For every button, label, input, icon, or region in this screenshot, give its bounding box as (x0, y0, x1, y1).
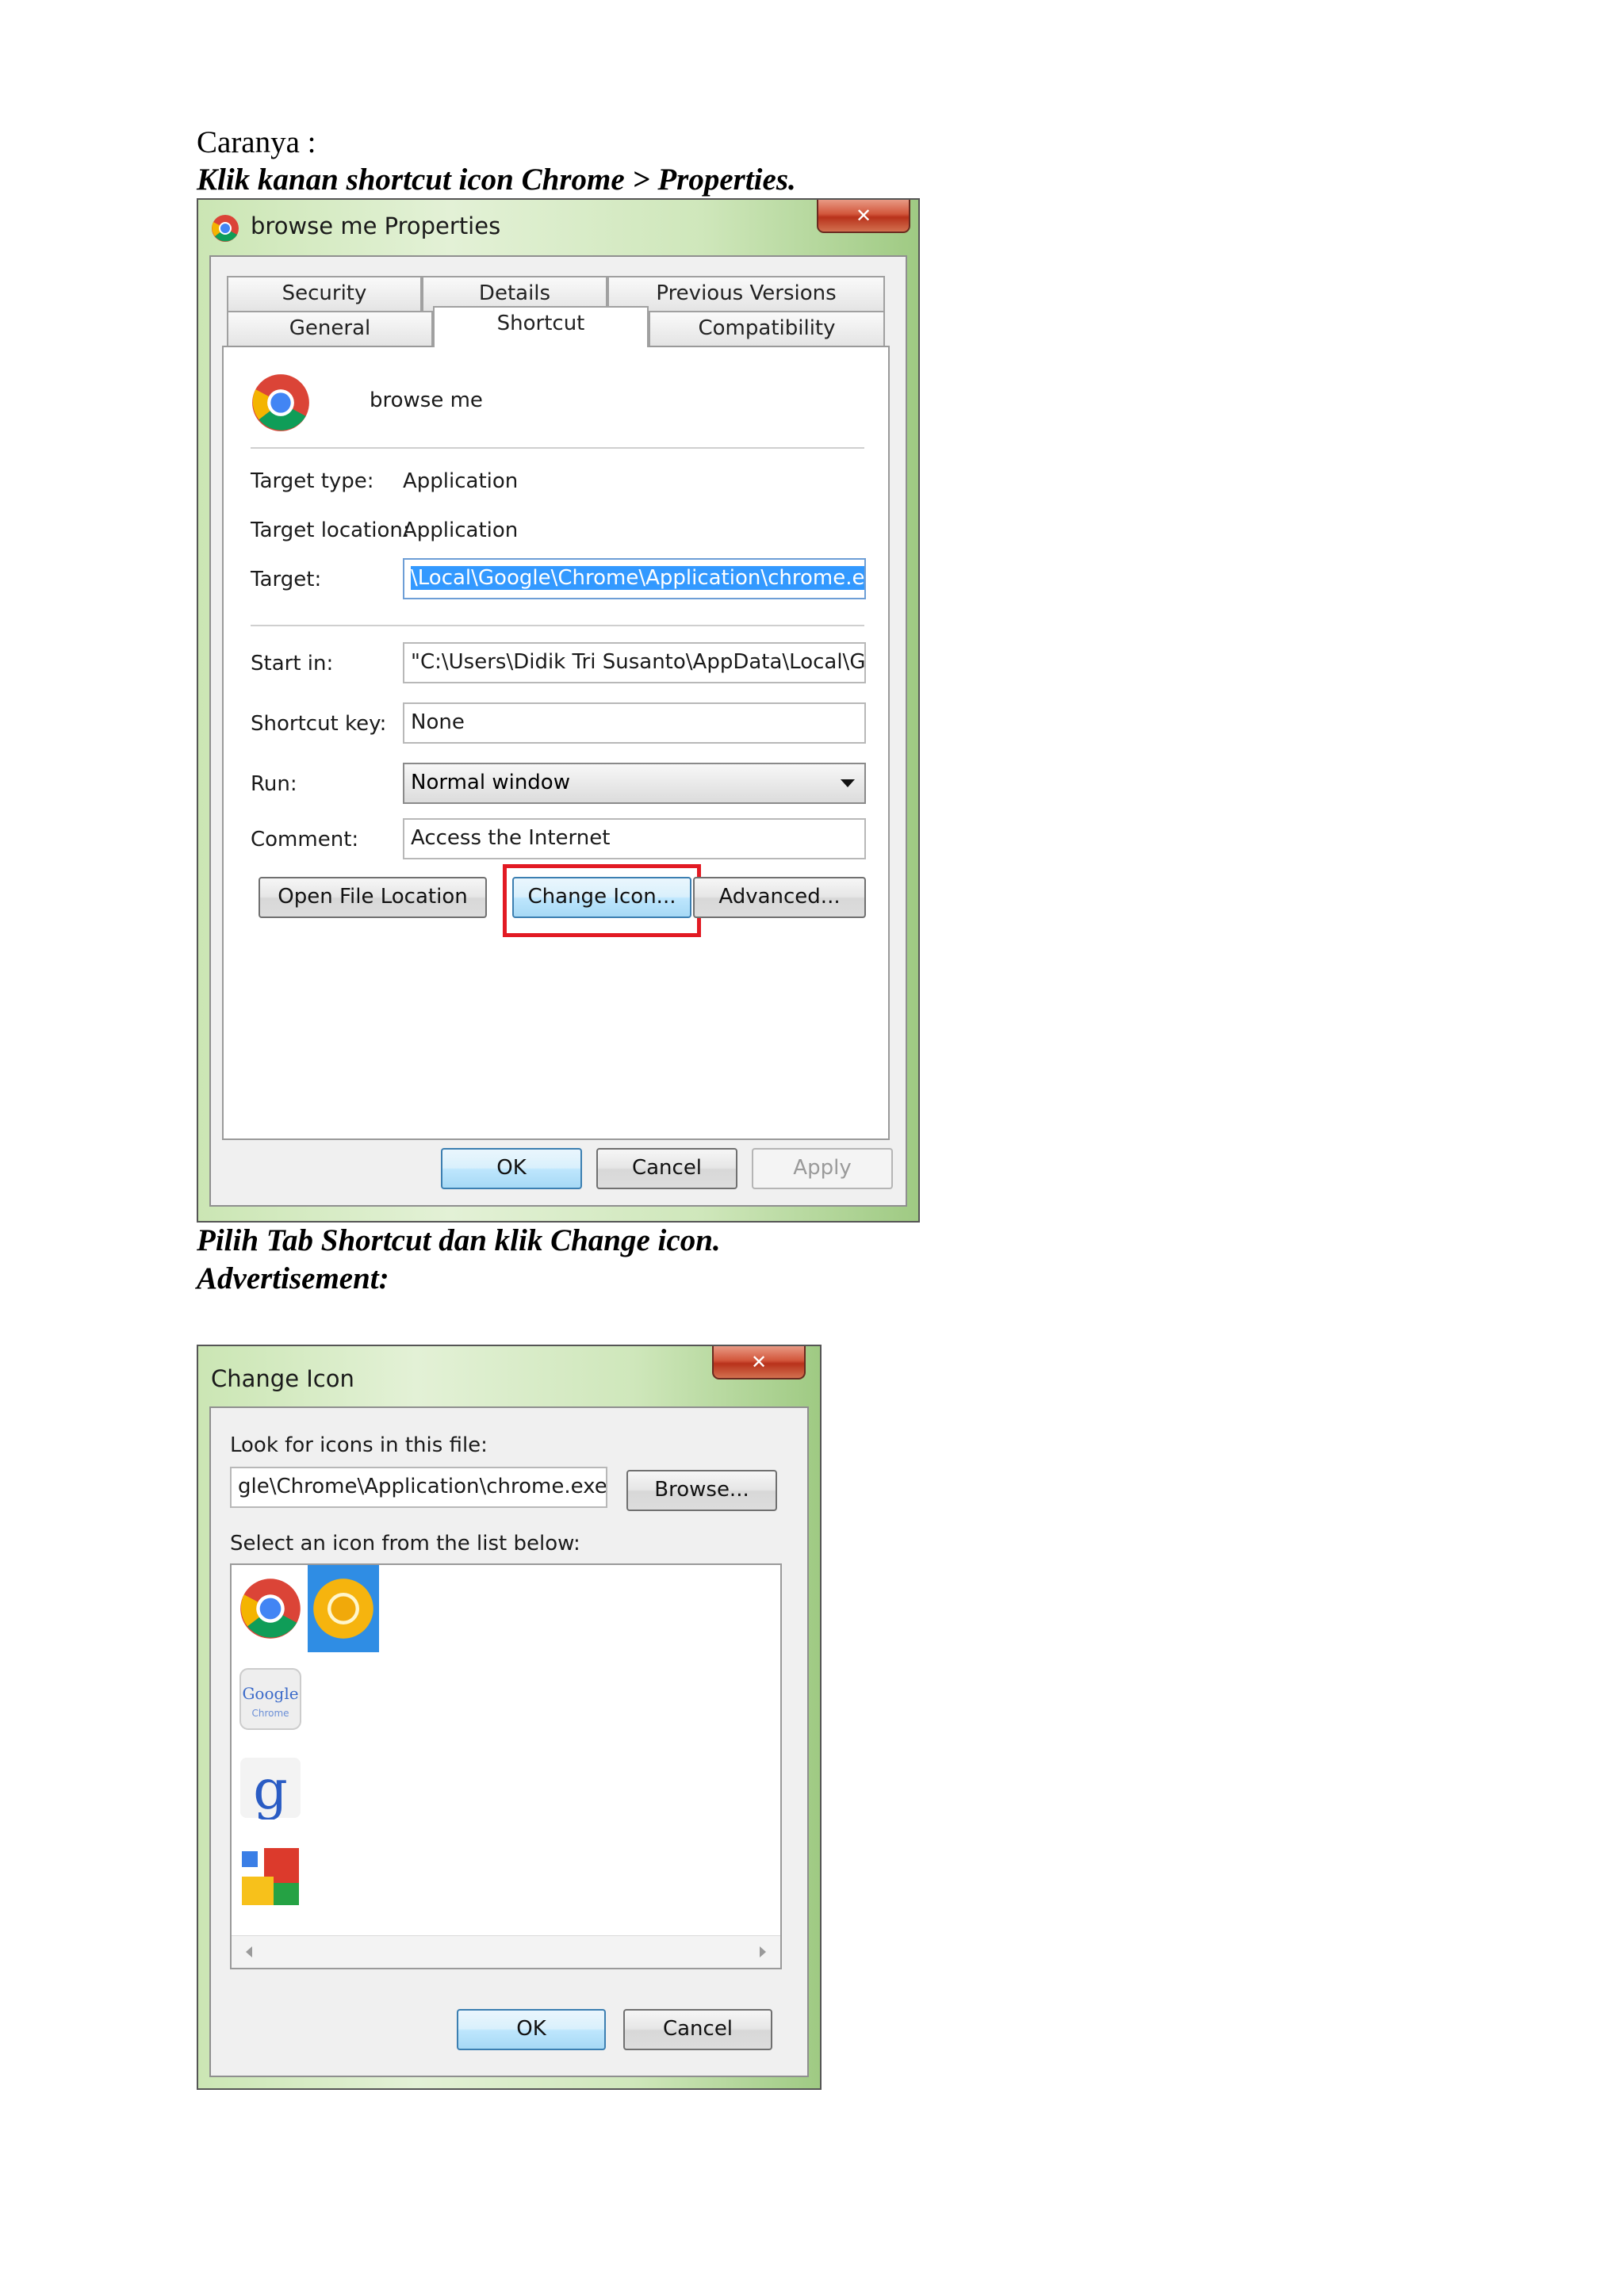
chrome-icon (240, 1578, 301, 1639)
properties-window: browse me Properties ✕ Security Details … (197, 198, 920, 1223)
icon-option-google-g[interactable]: g (235, 1744, 306, 1831)
scroll-left-icon[interactable] (246, 1946, 252, 1957)
target-label: Target: (251, 568, 322, 591)
change-icon-window: Change Icon ✕ Look for icons in this fil… (197, 1345, 822, 2090)
intro-text: Caranya : (197, 125, 316, 159)
start-in-field[interactable]: "C:\Users\Didik Tri Susanto\AppData\Loca… (403, 642, 866, 683)
target-type-value: Application (403, 469, 519, 493)
icon-option-chrome-yellow[interactable] (308, 1565, 379, 1652)
properties-close-button[interactable]: ✕ (817, 200, 910, 233)
step2-caption: Pilih Tab Shortcut dan klik Change icon. (197, 1223, 721, 1257)
open-file-location-button[interactable]: Open File Location (259, 877, 487, 918)
shortcut-key-field[interactable]: None (403, 702, 866, 744)
icon-option-chrome[interactable] (235, 1565, 306, 1652)
chrome-icon (252, 374, 309, 431)
chevron-down-icon (841, 779, 855, 787)
change-icon-title: Change Icon (211, 1365, 354, 1392)
svg-text:g: g (253, 1759, 288, 1820)
select-icon-label: Select an icon from the list below: (230, 1532, 580, 1556)
advertisement-label: Advertisement: (197, 1261, 389, 1295)
change-icon-client: Look for icons in this file: gle\Chrome\… (209, 1406, 809, 2077)
ok-button[interactable]: OK (457, 2009, 606, 2050)
icon-option-google-chrome-text[interactable]: Google Chrome (235, 1655, 306, 1743)
highlight-box (503, 864, 701, 937)
comment-field[interactable]: Access the Internet (403, 818, 866, 859)
properties-title: browse me Properties (251, 212, 501, 239)
chrome-small-icon (212, 215, 239, 242)
google-plus-squares-icon (242, 1848, 299, 1905)
scroll-right-icon[interactable] (760, 1946, 766, 1957)
ok-button[interactable]: OK (441, 1148, 582, 1189)
tab-compatibility[interactable]: Compatibility (649, 311, 885, 346)
target-location-label: Target location: (251, 519, 410, 542)
icon-list-scrollbar[interactable] (232, 1935, 780, 1968)
step1-caption: Klik kanan shortcut icon Chrome > Proper… (197, 163, 796, 197)
run-value: Normal window (411, 771, 570, 794)
svg-text:Google: Google (242, 1684, 298, 1703)
properties-client: Security Details Previous Versions Gener… (209, 255, 907, 1207)
shortcut-panel: browse me Target type: Application Targe… (222, 346, 890, 1140)
target-location-value: Application (403, 519, 519, 542)
cancel-button[interactable]: Cancel (623, 2009, 772, 2050)
target-type-label: Target type: (251, 469, 374, 493)
browse-button[interactable]: Browse... (626, 1470, 777, 1511)
advanced-button[interactable]: Advanced... (693, 877, 866, 918)
google-chrome-text-icon: Google Chrome (239, 1668, 301, 1730)
look-for-label: Look for icons in this file: (230, 1433, 488, 1457)
google-g-icon: g (240, 1758, 301, 1820)
change-icon-close-button[interactable]: ✕ (712, 1346, 806, 1380)
svg-text:Chrome: Chrome (251, 1708, 289, 1719)
close-icon: ✕ (750, 1351, 768, 1373)
chrome-yellow-icon (313, 1578, 373, 1639)
icon-option-google-plus-squares[interactable] (235, 1833, 306, 1920)
tab-security[interactable]: Security (227, 276, 422, 311)
tab-general[interactable]: General (227, 311, 433, 346)
shortcut-key-label: Shortcut key: (251, 712, 387, 736)
icon-file-field[interactable]: gle\Chrome\Application\chrome.exe (230, 1467, 607, 1508)
shortcut-name: browse me (370, 388, 483, 412)
apply-button[interactable]: Apply (752, 1148, 893, 1189)
divider (251, 447, 864, 449)
divider (251, 625, 864, 626)
comment-label: Comment: (251, 828, 359, 851)
run-label: Run: (251, 772, 297, 796)
tab-shortcut[interactable]: Shortcut (433, 306, 649, 347)
target-value: \Local\Google\Chrome\Application\chrome.… (411, 566, 864, 590)
icon-list[interactable]: Google Chrome g (230, 1563, 782, 1969)
target-field[interactable]: \Local\Google\Chrome\Application\chrome.… (403, 558, 866, 599)
close-icon: ✕ (855, 205, 872, 227)
run-select[interactable]: Normal window (403, 763, 866, 804)
tab-previous-versions[interactable]: Previous Versions (607, 276, 885, 311)
start-in-label: Start in: (251, 652, 334, 675)
cancel-button[interactable]: Cancel (596, 1148, 737, 1189)
